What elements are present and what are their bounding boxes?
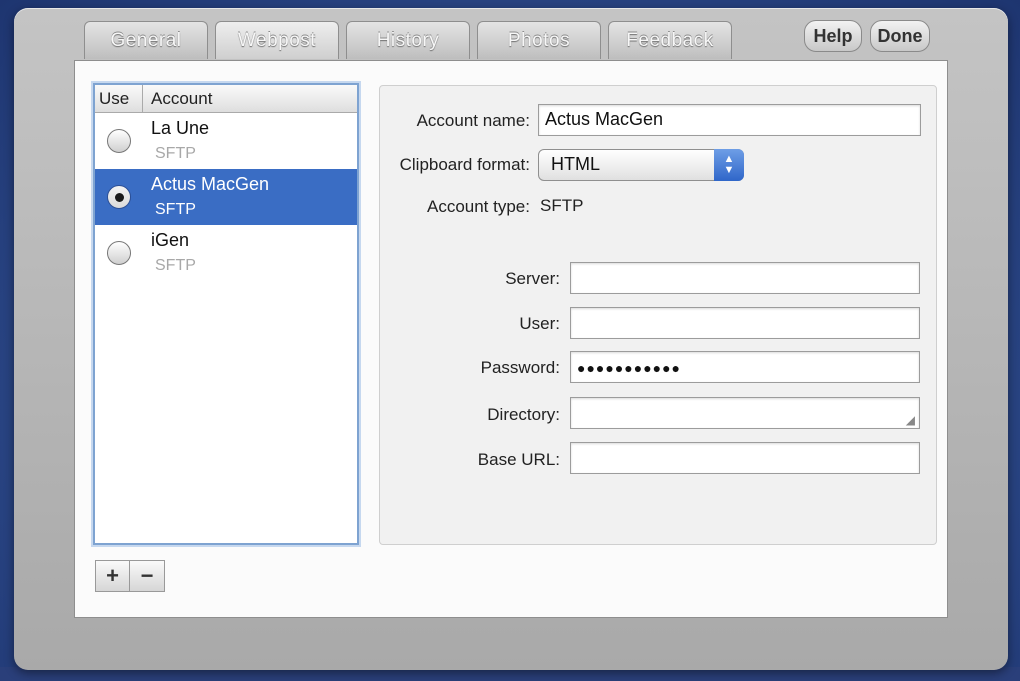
webpost-panel: Use Account La Une SFTP Actus MacGen SFT… — [74, 60, 948, 618]
account-name-label: Account name: — [416, 111, 530, 130]
base-url-field[interactable] — [570, 442, 920, 474]
tab-bar: General Webpost History Photos Feedback — [84, 21, 732, 59]
updown-arrows-icon: ▲ ▼ — [714, 149, 744, 181]
tab-photos[interactable]: Photos — [477, 21, 601, 59]
use-radio[interactable] — [107, 129, 131, 153]
use-radio[interactable] — [107, 185, 131, 209]
help-button[interactable]: Help — [804, 20, 862, 52]
account-name: Actus MacGen — [151, 174, 270, 194]
account-name-field[interactable]: Actus MacGen — [538, 104, 921, 136]
clipboard-format-select[interactable]: HTML ▲ ▼ — [538, 149, 744, 181]
clipboard-format-value: HTML — [551, 154, 600, 174]
directory-field[interactable]: ◢ — [570, 397, 920, 429]
account-type: SFTP — [155, 201, 196, 218]
account-row[interactable]: iGen SFTP — [95, 225, 357, 281]
server-label: Server: — [505, 269, 560, 288]
remove-account-button[interactable]: − — [130, 560, 165, 592]
add-account-button[interactable]: + — [95, 560, 130, 592]
directory-label: Directory: — [487, 405, 560, 424]
account-type-value: SFTP — [540, 196, 584, 215]
account-row[interactable]: La Une SFTP — [95, 113, 357, 169]
account-row-selected[interactable]: Actus MacGen SFTP — [95, 169, 357, 225]
account-name: iGen — [151, 230, 190, 250]
account-details: Account name: Actus MacGen Clipboard for… — [379, 85, 937, 545]
account-type: SFTP — [155, 257, 196, 274]
user-label: User: — [519, 314, 560, 333]
password-field[interactable]: ●●●●●●●●●●● — [570, 351, 920, 383]
account-type-label: Account type: — [426, 197, 530, 216]
done-button[interactable]: Done — [870, 20, 930, 52]
base-url-label: Base URL: — [477, 450, 560, 469]
use-radio[interactable] — [107, 241, 131, 265]
column-header-use[interactable]: Use — [95, 85, 143, 112]
tab-general[interactable]: General — [84, 21, 208, 59]
password-label: Password: — [480, 358, 560, 377]
account-type: SFTP — [155, 145, 196, 162]
server-field[interactable] — [570, 262, 920, 294]
account-list[interactable]: Use Account La Une SFTP Actus MacGen SFT… — [93, 83, 359, 545]
user-field[interactable] — [570, 307, 920, 339]
preferences-window: General Webpost History Photos Feedback … — [14, 8, 1008, 670]
column-header-account[interactable]: Account — [143, 85, 212, 112]
add-remove-buttons: + − — [95, 560, 165, 592]
tab-history[interactable]: History — [346, 21, 470, 59]
account-list-header: Use Account — [95, 85, 357, 113]
account-name: La Une — [151, 118, 210, 138]
tab-feedback[interactable]: Feedback — [608, 21, 732, 59]
resize-grip-icon[interactable]: ◢ — [906, 414, 915, 426]
tab-webpost[interactable]: Webpost — [215, 21, 339, 59]
clipboard-format-label: Clipboard format: — [399, 155, 530, 174]
radio-selected-dot — [115, 193, 124, 202]
